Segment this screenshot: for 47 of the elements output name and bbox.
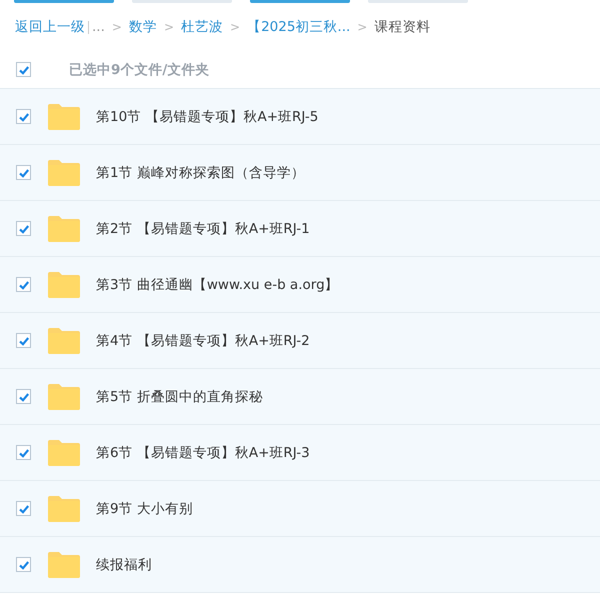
select-all-checkbox[interactable] (16, 62, 31, 77)
file-checkbox[interactable] (16, 389, 31, 404)
file-row[interactable]: 第1节 巅峰对称探索图（含导学） (0, 145, 600, 201)
file-checkbox[interactable] (16, 221, 31, 236)
breadcrumb-separator: > (112, 20, 122, 34)
file-row[interactable]: 第3节 曲径通幽【www.xu e-b a.org】 (0, 257, 600, 313)
folder-icon (47, 326, 81, 354)
folder-name[interactable]: 第10节 【易错题专项】秋A+班RJ-5 (96, 108, 318, 126)
file-checkbox[interactable] (16, 333, 31, 348)
folder-icon (47, 158, 81, 186)
folder-name[interactable]: 第1节 巅峰对称探索图（含导学） (96, 164, 305, 182)
file-checkbox[interactable] (16, 557, 31, 572)
breadcrumb-separator: > (357, 20, 368, 34)
file-row[interactable]: 续报福利 (0, 537, 600, 593)
breadcrumb-current: 课程资料 (374, 18, 430, 36)
selection-count: 已选中9个文件/文件夹 (69, 60, 210, 78)
folder-name[interactable]: 第4节 【易错题专项】秋A+班RJ-2 (96, 332, 310, 350)
file-row[interactable]: 第9节 大小有别 (0, 481, 600, 537)
folder-icon (47, 550, 81, 578)
file-row[interactable]: 第2节 【易错题专项】秋A+班RJ-1 (0, 201, 600, 257)
folder-icon (47, 494, 81, 522)
breadcrumb-link[interactable]: 【2025初三秋... (247, 18, 350, 36)
file-checkbox[interactable] (16, 277, 31, 292)
file-row[interactable]: 第10节 【易错题专项】秋A+班RJ-5 (0, 89, 600, 145)
file-row[interactable]: 第6节 【易错题专项】秋A+班RJ-3 (0, 425, 600, 481)
breadcrumb-separator: > (164, 20, 174, 34)
file-row[interactable]: 第4节 【易错题专项】秋A+班RJ-2 (0, 313, 600, 369)
back-link[interactable]: 返回上一级 (15, 18, 85, 36)
breadcrumb-link[interactable]: 杜艺波 (181, 18, 223, 36)
file-row[interactable]: 第5节 折叠圆中的直角探秘 (0, 369, 600, 425)
folder-name[interactable]: 第2节 【易错题专项】秋A+班RJ-1 (96, 220, 310, 238)
file-checkbox[interactable] (16, 165, 31, 180)
folder-icon (47, 214, 81, 242)
folder-name[interactable]: 第6节 【易错题专项】秋A+班RJ-3 (96, 444, 310, 462)
folder-icon (47, 382, 81, 410)
breadcrumb-separator: > (230, 20, 240, 34)
breadcrumb-link[interactable]: 数学 (128, 18, 157, 36)
file-checkbox[interactable] (16, 501, 31, 516)
folder-icon (47, 102, 81, 130)
file-checkbox[interactable] (16, 109, 31, 124)
folder-icon (47, 270, 81, 298)
folder-name[interactable]: 第3节 曲径通幽【www.xu e-b a.org】 (96, 276, 339, 294)
folder-name[interactable]: 续报福利 (96, 556, 152, 574)
folder-name[interactable]: 第5节 折叠圆中的直角探秘 (96, 388, 263, 406)
folder-icon (47, 438, 81, 466)
folder-name[interactable]: 第9节 大小有别 (96, 500, 193, 518)
file-checkbox[interactable] (16, 445, 31, 460)
